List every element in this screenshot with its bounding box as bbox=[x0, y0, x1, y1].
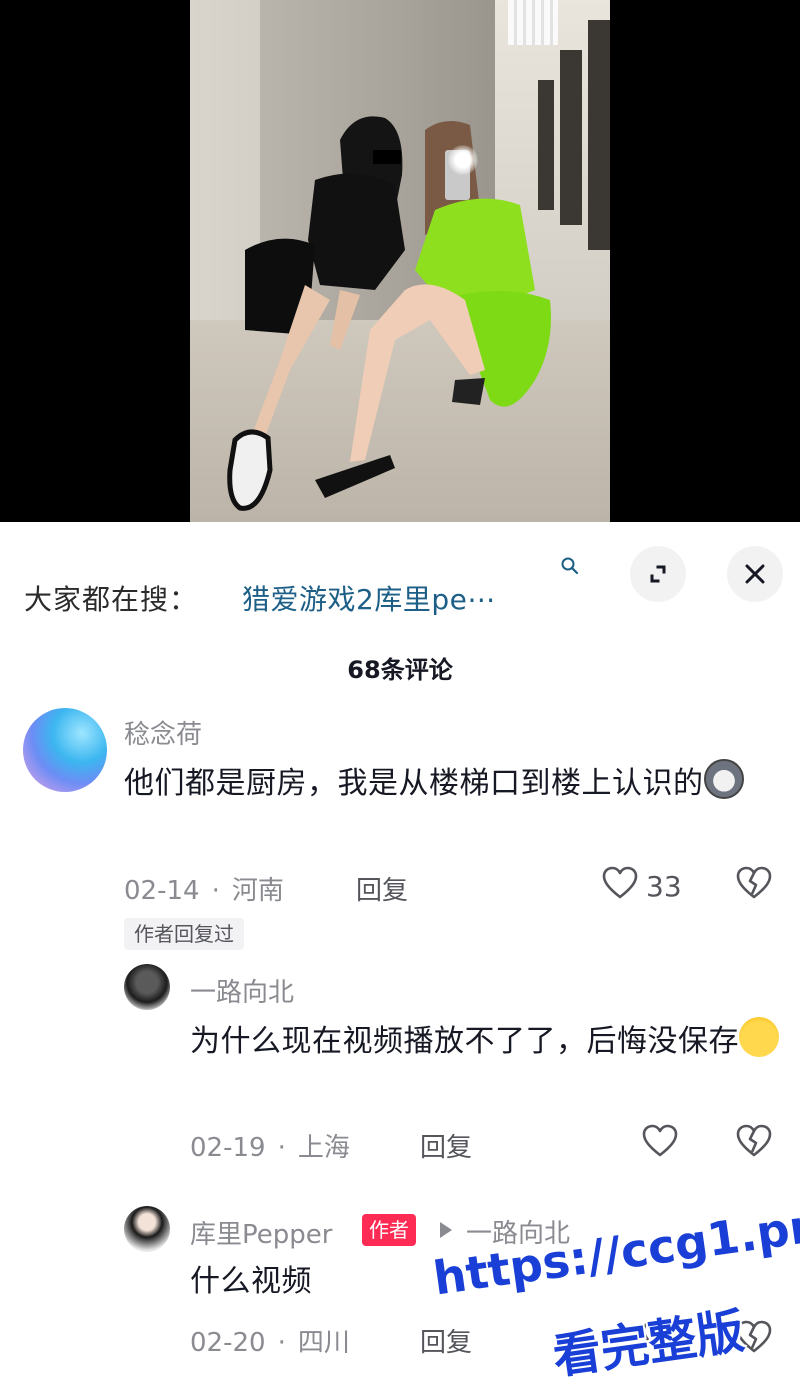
reply-location: 四川 bbox=[297, 1328, 350, 1358]
search-prefix-label: 大家都在搜： bbox=[24, 583, 199, 616]
avatar[interactable] bbox=[23, 708, 107, 792]
video-player[interactable] bbox=[0, 0, 800, 522]
reply-button[interactable]: 回复 bbox=[420, 1127, 472, 1164]
dislike-broken-heart-icon[interactable] bbox=[736, 1124, 772, 1158]
comment-location: 河南 bbox=[231, 876, 284, 906]
reply-location: 上海 bbox=[297, 1133, 350, 1163]
close-button[interactable] bbox=[727, 546, 783, 602]
phone-flash bbox=[448, 145, 478, 175]
reply-date: 02-20 bbox=[190, 1328, 266, 1358]
comments-count-title: 68条评论 bbox=[347, 656, 453, 684]
reply-date: 02-19 bbox=[190, 1133, 266, 1163]
avatar[interactable] bbox=[124, 1206, 170, 1252]
reply-username[interactable]: 一路向北 bbox=[190, 972, 294, 1009]
reply-button[interactable]: 回复 bbox=[420, 1322, 472, 1359]
search-suggestion-link[interactable]: 猎爱游戏2库里pe⋯ bbox=[242, 578, 496, 618]
husky-dog-emoji bbox=[703, 759, 744, 799]
comment-username[interactable]: 稔念荷 bbox=[124, 714, 202, 751]
reply-arrow-icon bbox=[440, 1222, 452, 1238]
comment-meta: 02-14 · 河南 bbox=[124, 876, 284, 906]
close-icon bbox=[745, 564, 765, 584]
crying-face-emoji bbox=[739, 1017, 779, 1057]
reply-text: 为什么现在视频播放不了了，后悔没保存 bbox=[190, 1016, 780, 1068]
avatar[interactable] bbox=[124, 964, 170, 1010]
fullscreen-button[interactable] bbox=[630, 546, 686, 602]
comment-date: 02-14 bbox=[124, 876, 200, 906]
expand-icon bbox=[650, 565, 666, 583]
video-frame[interactable] bbox=[190, 0, 610, 522]
dislike-broken-heart-icon[interactable] bbox=[736, 866, 772, 900]
like-count: 33 bbox=[646, 870, 682, 903]
author-replied-tag: 作者回复过 bbox=[124, 918, 244, 950]
reply-meta: 02-20 · 四川 bbox=[190, 1328, 350, 1358]
author-badge: 作者 bbox=[362, 1214, 416, 1246]
face-censor-bar bbox=[373, 150, 401, 164]
like-heart-icon[interactable] bbox=[602, 866, 638, 900]
reply-button[interactable]: 回复 bbox=[356, 870, 408, 907]
like-heart-icon[interactable] bbox=[642, 1124, 678, 1158]
comment-text: 他们都是厨房，我是从楼梯口到楼上认识的 bbox=[124, 758, 764, 810]
video-people-illustration bbox=[227, 116, 551, 511]
reply-meta: 02-19 · 上海 bbox=[190, 1133, 350, 1163]
reply-username[interactable]: 库里Pepper bbox=[190, 1214, 332, 1251]
search-icon[interactable] bbox=[560, 556, 580, 576]
